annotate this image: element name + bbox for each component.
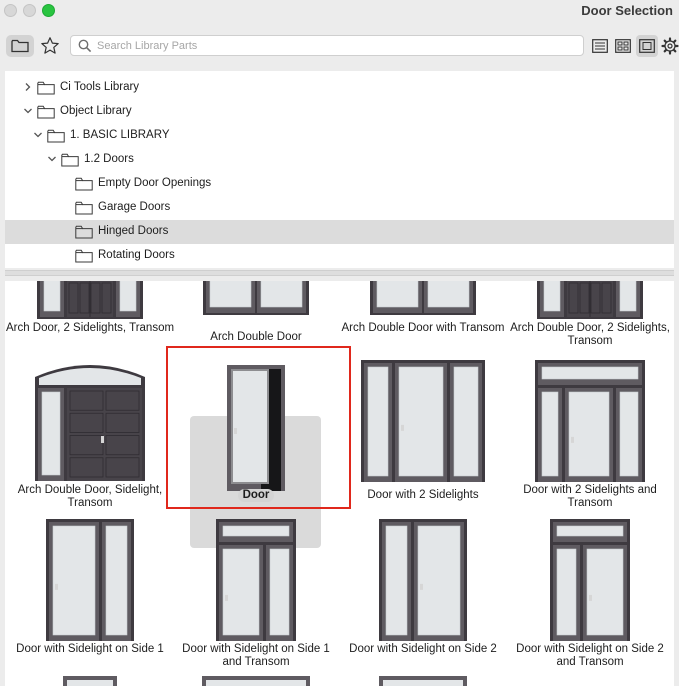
part-caption: Arch Door, 2 Sidelights, Transom: [5, 322, 175, 334]
tree-item[interactable]: Rotating Doors: [5, 244, 674, 268]
door-thumbnail: [361, 360, 485, 482]
folder-icon: [11, 39, 29, 53]
search-input[interactable]: [97, 38, 577, 53]
zoom-window-button[interactable]: [42, 4, 55, 17]
gear-icon: [660, 37, 679, 55]
tree-item-label: Ci Tools Library: [60, 81, 140, 93]
door-thumbnail: [550, 519, 630, 641]
door-thumbnail: [35, 365, 145, 481]
part-caption: Door with Sidelight on Side 1: [16, 643, 164, 655]
folder-icon: [47, 129, 65, 143]
part-caption: Arch Double Door, 2 Sidelights, Transom: [510, 322, 670, 347]
folder-icon: [61, 153, 79, 167]
library-tree: Ci Tools Library Object Library 1. BASIC L…: [5, 71, 674, 268]
part-caption: Door with Sidelight on Side 2: [349, 643, 497, 655]
tree-item-label: Rotating Doors: [98, 249, 175, 261]
window-title: Door Selection: [581, 3, 673, 18]
star-icon: [41, 37, 59, 54]
part-caption: Door: [171, 489, 341, 502]
tree-item[interactable]: Empty Door Openings: [5, 172, 674, 196]
large-view-button[interactable]: [636, 35, 658, 57]
tree-item-label: 1.2 Doors: [84, 153, 134, 165]
door-thumbnail: [202, 676, 310, 686]
chevron-down-icon[interactable]: [23, 106, 33, 116]
folder-icon: [37, 81, 55, 95]
chevron-down-icon[interactable]: [33, 130, 43, 140]
tree-item[interactable]: Ci Tools Library: [5, 76, 674, 100]
close-window-button[interactable]: [4, 4, 17, 17]
door-thumbnail: [379, 676, 467, 686]
part-caption: Arch Double Door with Transom: [341, 322, 505, 334]
large-view-icon: [639, 39, 655, 53]
search-field[interactable]: [70, 35, 584, 56]
grid-view-button[interactable]: [613, 36, 633, 56]
door-thumbnail: [537, 281, 643, 319]
door-thumbnail: [37, 281, 143, 319]
list-view-button[interactable]: [590, 36, 610, 56]
title-bar: Door Selection: [0, 0, 679, 24]
settings-button[interactable]: [660, 36, 679, 56]
tree-item[interactable]: 1.2 Doors: [5, 148, 674, 172]
door-thumbnail: [46, 519, 134, 641]
chevron-down-icon[interactable]: [47, 154, 57, 164]
part-caption: Door with 2 Sidelights and Transom: [523, 484, 657, 509]
door-thumbnail: [370, 281, 476, 315]
part-caption: Arch Double Door: [210, 331, 302, 343]
folder-icon: [75, 177, 93, 191]
door-thumbnail: [203, 281, 309, 315]
door-thumbnail: [63, 676, 117, 686]
list-view-icon: [592, 39, 608, 53]
tree-item-label: Empty Door Openings: [98, 177, 212, 189]
tree-item-label: Object Library: [60, 105, 132, 117]
tree-item[interactable]: Garage Doors: [5, 196, 674, 220]
part-caption: Door with Sidelight on Side 2 and Transo…: [516, 643, 664, 668]
door-thumbnail: [216, 519, 296, 641]
favorites-button[interactable]: [38, 35, 62, 57]
folder-icon: [75, 225, 93, 239]
part-caption-label: Door: [237, 489, 275, 502]
tree-item-label: Hinged Doors: [98, 225, 169, 237]
grid-view-icon: [615, 39, 631, 53]
door-thumbnail: [227, 365, 285, 491]
tree-item[interactable]: Hinged Doors: [5, 220, 674, 244]
toolbar: [0, 27, 679, 65]
search-icon: [78, 39, 92, 53]
part-caption: Door with Sidelight on Side 1 and Transo…: [182, 643, 330, 668]
pane-splitter[interactable]: [5, 270, 674, 276]
door-thumbnail: [379, 519, 467, 641]
folder-icon: [75, 201, 93, 215]
tree-item-label: 1. BASIC LIBRARY: [70, 129, 170, 141]
folder-view-button[interactable]: [6, 35, 34, 57]
folder-icon: [75, 249, 93, 263]
folder-icon: [37, 105, 55, 119]
part-caption: Arch Double Door, Sidelight, Transom: [17, 484, 163, 509]
library-parts-grid: Arch Door, 2 Sidelights, Transom Arch Dou…: [5, 281, 674, 686]
tree-item-label: Garage Doors: [98, 201, 171, 213]
door-thumbnail: [535, 360, 645, 482]
door-selection-window: Door Selection Search Library Parts Ci T…: [0, 0, 679, 686]
part-caption: Door with 2 Sidelights: [367, 489, 479, 501]
tree-item[interactable]: 1. BASIC LIBRARY: [5, 124, 674, 148]
minimize-window-button[interactable]: [23, 4, 36, 17]
chevron-right-icon[interactable]: [23, 82, 33, 92]
tree-item[interactable]: Object Library: [5, 100, 674, 124]
